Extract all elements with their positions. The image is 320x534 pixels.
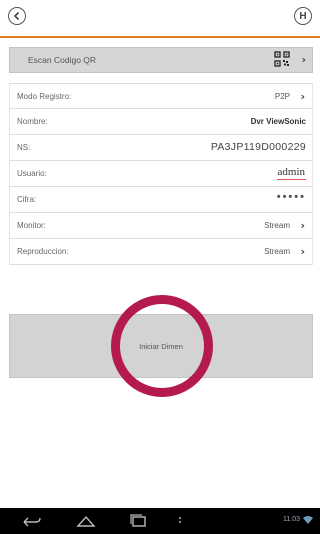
chevron-right-icon: › — [300, 90, 305, 103]
highlight-circle — [111, 295, 213, 397]
status-clock: 11:03 — [283, 516, 300, 523]
qr-code-icon — [274, 51, 290, 67]
chevron-right-icon: › — [300, 245, 305, 258]
back-button[interactable] — [8, 7, 26, 25]
row-name[interactable]: Nombre: Dvr ViewSonic — [9, 109, 313, 135]
playback-label: Reproduccion: — [17, 247, 69, 256]
playback-value: Stream — [264, 247, 290, 256]
row-registration-mode[interactable]: Modo Registro: P2P › — [9, 83, 313, 109]
registration-mode-value: P2P — [274, 92, 290, 101]
chevron-right-icon: › — [301, 53, 306, 66]
row-playback[interactable]: Reproduccion: Stream › — [9, 239, 313, 265]
monitor-value: Stream — [264, 221, 290, 230]
back-nav-icon[interactable] — [22, 514, 42, 528]
recent-apps-icon[interactable] — [128, 514, 148, 528]
chevron-right-icon: › — [300, 219, 305, 232]
accent-divider — [0, 36, 320, 38]
wifi-signal-icon — [303, 516, 313, 524]
user-field[interactable]: admin — [276, 166, 306, 180]
serial-field[interactable]: PA3JP119D000229 — [211, 141, 306, 153]
password-label: Cifra: — [17, 195, 37, 204]
scan-qr-label: Escan Codigo QR — [28, 55, 97, 65]
top-toolbar: H — [0, 0, 320, 36]
serial-label: NS: — [17, 143, 31, 152]
monitor-label: Monitor: — [17, 221, 46, 230]
menu-nav-icon[interactable] — [176, 514, 184, 528]
save-button[interactable]: H — [294, 7, 312, 25]
password-field[interactable]: ••••• — [277, 191, 306, 203]
home-nav-icon[interactable] — [76, 514, 96, 528]
row-password[interactable]: Cifra: ••••• — [9, 187, 313, 213]
registration-mode-label: Modo Registro: — [17, 92, 72, 101]
user-label: Usuario: — [17, 169, 47, 178]
row-monitor[interactable]: Monitor: Stream › — [9, 213, 313, 239]
row-user[interactable]: Usuario: admin — [9, 161, 313, 187]
name-field[interactable]: Dvr ViewSonic — [251, 117, 306, 126]
scan-qr-button[interactable]: Escan Codigo QR › — [9, 47, 313, 73]
device-form: Modo Registro: P2P › Nombre: Dvr ViewSon… — [9, 83, 313, 265]
name-label: Nombre: — [17, 117, 48, 126]
back-arrow-icon — [13, 11, 20, 21]
system-nav-bar: 11:03 — [0, 508, 320, 534]
row-serial[interactable]: NS: PA3JP119D000229 — [9, 135, 313, 161]
